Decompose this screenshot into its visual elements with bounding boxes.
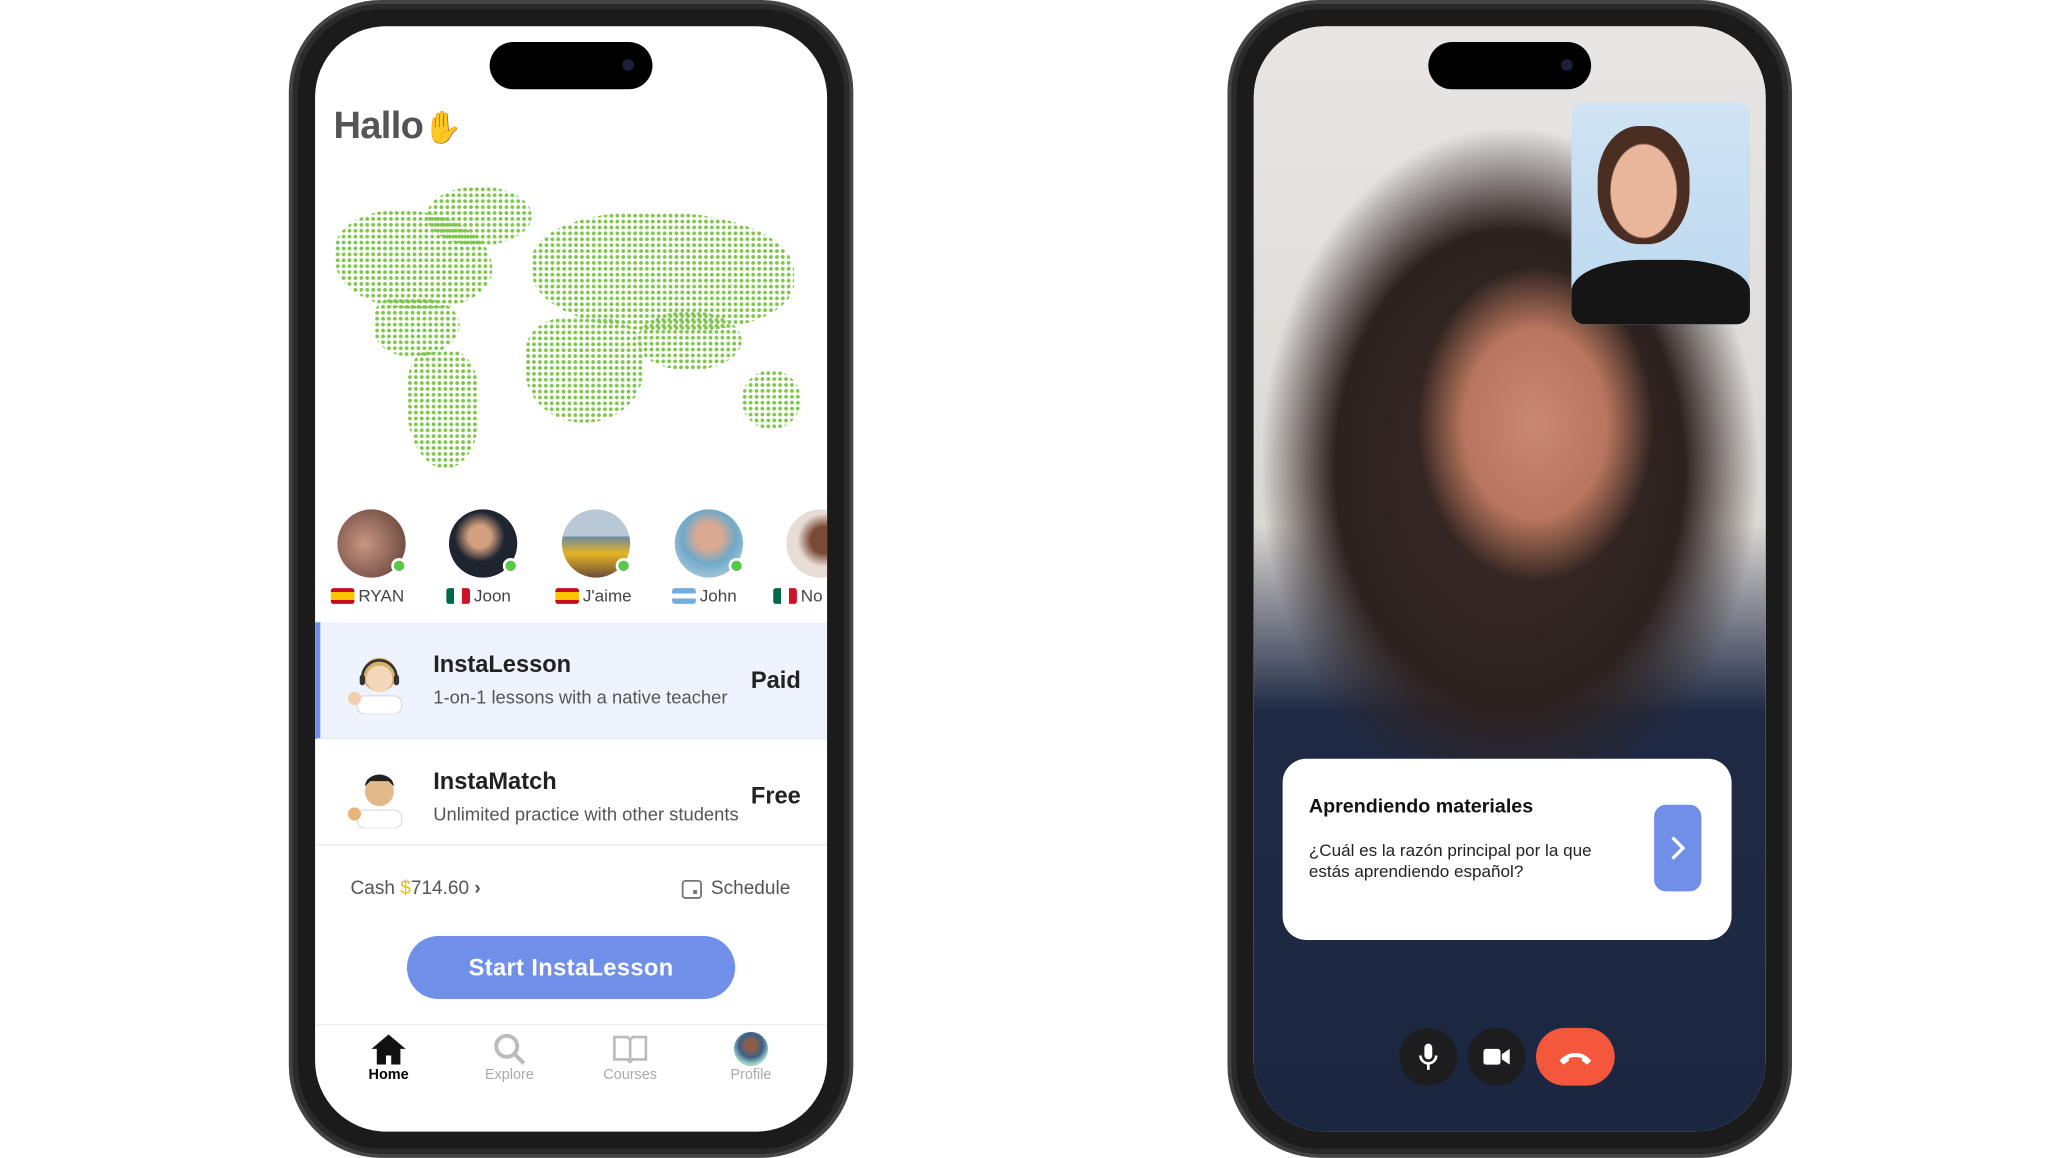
online-indicator — [502, 557, 519, 574]
tutor-avatar[interactable]: John — [672, 509, 745, 605]
instalesson-option[interactable]: InstaLesson 1-on-1 lessons with a native… — [315, 622, 828, 740]
schedule-button[interactable]: Schedule — [681, 878, 791, 900]
world-map — [334, 186, 801, 469]
tab-profile[interactable]: Profile — [705, 1031, 797, 1084]
waving-hand-icon: ✋ — [423, 110, 462, 146]
prompt-title: Aprendiendo materiales — [1308, 795, 1534, 818]
microphone-icon — [1419, 1043, 1438, 1070]
tutor-avatar[interactable]: No — [773, 509, 828, 605]
self-video-preview[interactable] — [1571, 102, 1750, 325]
chevron-right-icon — [1671, 836, 1686, 860]
teacher-headset-icon — [347, 646, 410, 715]
tab-explore[interactable]: Explore — [463, 1031, 555, 1084]
next-prompt-button[interactable] — [1654, 804, 1702, 892]
schedule-label: Schedule — [710, 878, 791, 900]
online-indicator — [615, 557, 632, 574]
tutor-avatar[interactable]: Joon — [446, 509, 519, 605]
video-call-screen: Aprendiendo materiales ¿Cuál es la razón… — [1253, 26, 1766, 1132]
tab-label: Explore — [484, 1067, 534, 1084]
tab-label: Home — [368, 1067, 409, 1084]
cash-amount: 714.60 — [410, 878, 470, 900]
cash-balance-link[interactable]: Cash $714.60 › — [351, 878, 481, 899]
mexico-flag-icon — [446, 587, 470, 604]
option-price: Paid — [750, 666, 801, 694]
tab-courses[interactable]: Courses — [584, 1031, 676, 1084]
cash-label: Cash — [350, 878, 395, 900]
tab-label: Courses — [603, 1067, 658, 1084]
tutor-avatar[interactable]: RYAN — [330, 509, 407, 605]
tutor-carousel[interactable]: RYAN Joon J'aime John No — [315, 509, 828, 614]
instamatch-option[interactable]: InstaMatch Unlimited practice with other… — [315, 739, 828, 846]
tutor-avatar[interactable]: J'aime — [555, 509, 632, 605]
option-price: Free — [750, 782, 801, 809]
spain-flag-icon — [330, 587, 355, 604]
camera-toggle-button[interactable] — [1467, 1027, 1526, 1086]
prompt-question: ¿Cuál es la razón principal por la que e… — [1308, 840, 1592, 881]
dynamic-island — [1428, 42, 1592, 90]
online-indicator — [728, 557, 745, 574]
tutor-name: No — [800, 585, 823, 606]
mexico-flag-icon — [773, 587, 797, 604]
search-icon — [494, 1033, 526, 1065]
phone-home: Hallo✋ RYAN Joon J'aime John No InstaLes… — [288, 0, 854, 1158]
profile-avatar — [733, 1031, 768, 1066]
mute-button[interactable] — [1399, 1027, 1458, 1086]
dynamic-island — [489, 42, 653, 90]
tutor-name: John — [699, 585, 737, 606]
home-screen: Hallo✋ RYAN Joon J'aime John No InstaLes… — [315, 26, 828, 1132]
start-instalesson-button[interactable]: Start InstaLesson — [406, 936, 736, 1000]
option-title: InstaLesson — [433, 651, 572, 678]
currency-symbol: $ — [400, 878, 411, 900]
video-camera-icon — [1483, 1048, 1510, 1065]
phone-video-call: Aprendiendo materiales ¿Cuál es la razón… — [1227, 0, 1792, 1158]
argentina-flag-icon — [672, 587, 696, 604]
end-call-icon — [1559, 1052, 1592, 1065]
end-call-button[interactable] — [1535, 1027, 1615, 1086]
tutor-name: RYAN — [358, 585, 405, 606]
online-indicator — [391, 557, 407, 574]
bottom-tab-bar: Home Explore Courses Profile — [315, 1023, 828, 1116]
logo-text: Hallo — [333, 105, 424, 148]
tab-label: Profile — [730, 1067, 772, 1084]
option-title: InstaMatch — [433, 767, 557, 795]
tutor-name: J'aime — [582, 585, 632, 606]
tutor-name: Joon — [473, 585, 511, 606]
calendar-icon — [681, 879, 702, 899]
spain-flag-icon — [555, 587, 579, 604]
option-subtitle: Unlimited practice with other students — [433, 803, 739, 825]
student-avatar-icon — [347, 760, 410, 830]
tab-home[interactable]: Home — [343, 1031, 435, 1084]
chevron-right-icon: › — [474, 878, 481, 900]
option-subtitle: 1-on-1 lessons with a native teacher — [433, 686, 728, 708]
prompt-card: Aprendiendo materiales ¿Cuál es la razón… — [1282, 758, 1732, 940]
book-icon — [613, 1035, 648, 1064]
app-logo: Hallo✋ — [333, 105, 462, 148]
home-icon — [371, 1034, 406, 1065]
